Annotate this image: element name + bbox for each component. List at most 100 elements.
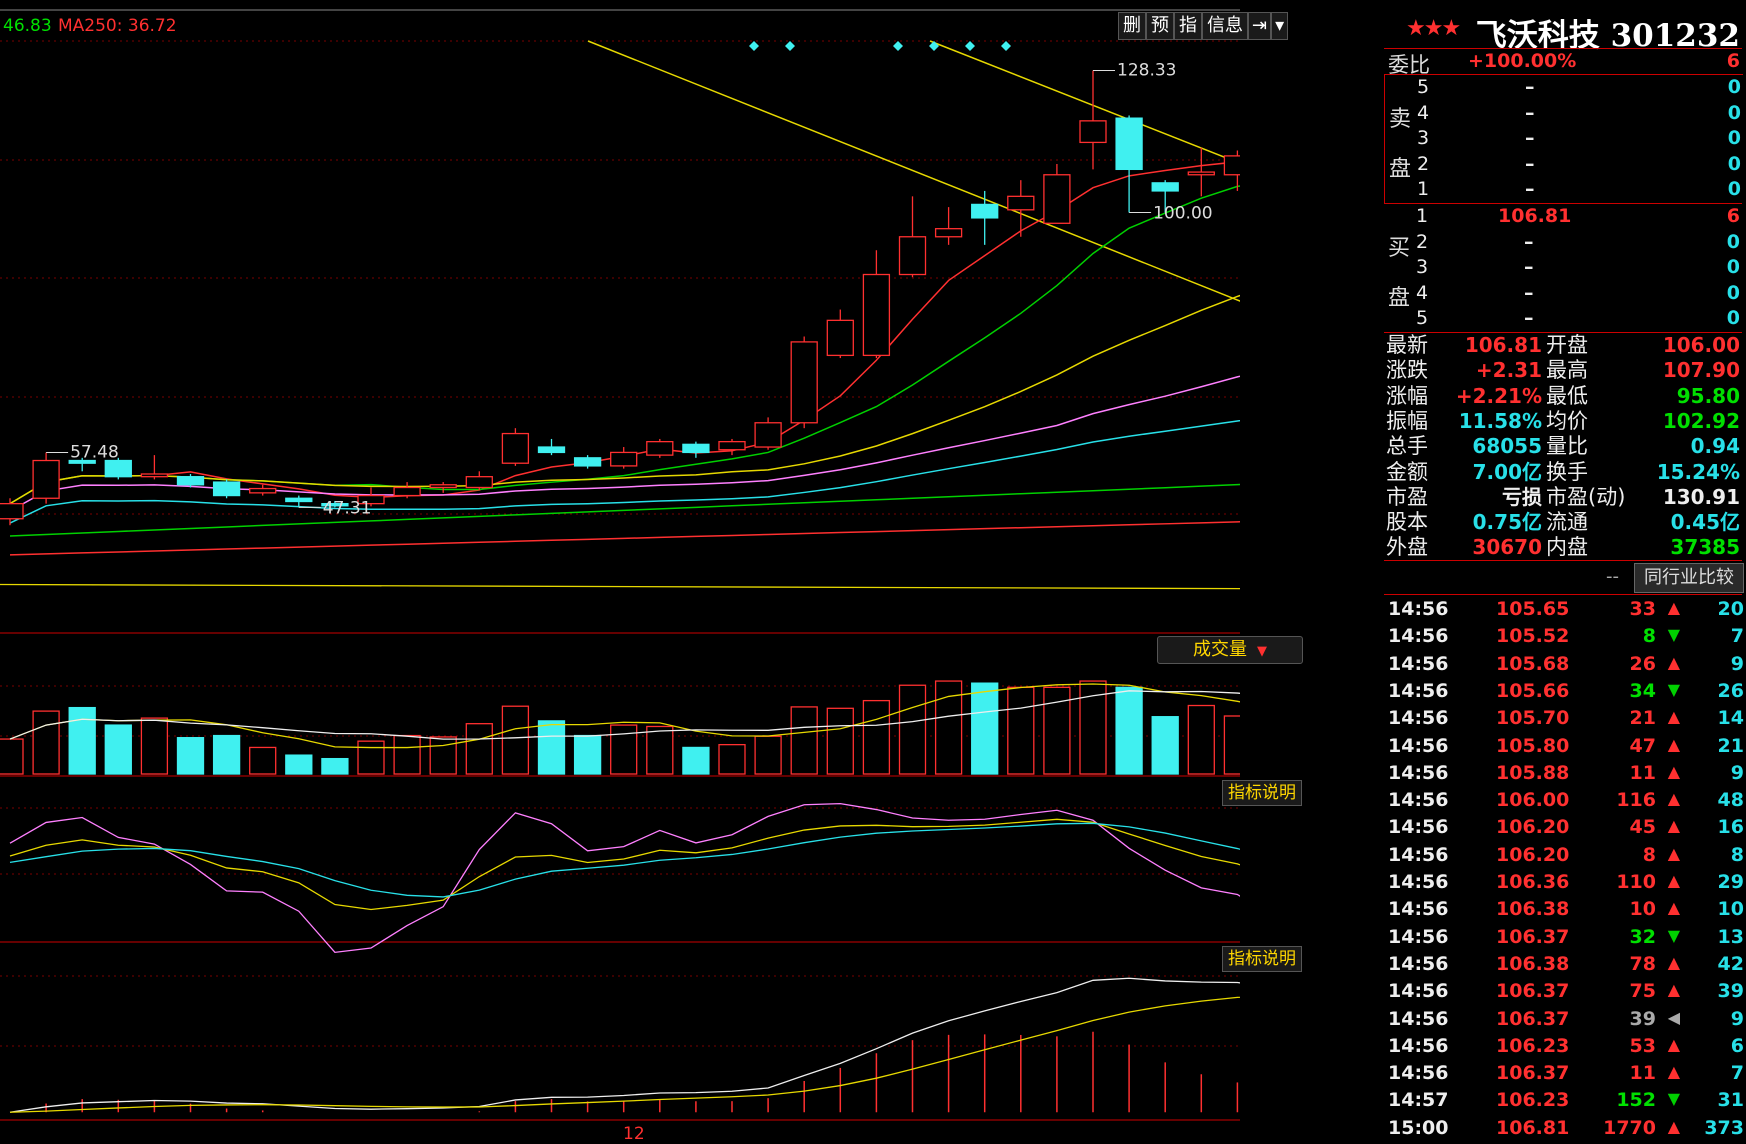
- quote-row: 涨幅 +2.21% 最低 95.80: [1384, 384, 1742, 409]
- tick-count: 48: [1717, 789, 1744, 812]
- volume-bar: [898, 684, 927, 775]
- candle-body: [1079, 120, 1107, 144]
- buy-level-row[interactable]: 5 – 0: [1384, 306, 1742, 331]
- level-price: 106.81: [1498, 205, 1572, 227]
- tick-row[interactable]: 14:56 105.70 21 ▲ 14: [1384, 707, 1746, 734]
- forecast-button[interactable]: 预: [1146, 12, 1174, 40]
- tick-row[interactable]: 14:56 106.37 39 ◀ 9: [1384, 1008, 1746, 1035]
- volume-bar: [1223, 715, 1240, 775]
- dropdown-arrow-icon[interactable]: ▾: [1271, 12, 1289, 40]
- tick-row[interactable]: 14:56 106.23 53 ▲ 6: [1384, 1035, 1746, 1062]
- tick-time: 14:57: [1388, 1089, 1449, 1112]
- quote-value: 0.75亿: [1472, 510, 1542, 535]
- sell-level-row[interactable]: 1 – 0: [1385, 177, 1743, 202]
- up-arrow-icon: ▲: [1667, 761, 1680, 781]
- tick-time: 14:56: [1388, 980, 1449, 1003]
- tick-count: 20: [1717, 598, 1744, 620]
- tick-row[interactable]: 14:56 106.38 78 ▲ 42: [1384, 953, 1746, 980]
- tick-row[interactable]: 14:56 106.37 32 ▼ 13: [1384, 926, 1746, 953]
- quote-value: +2.31: [1475, 358, 1542, 383]
- tick-row[interactable]: 15:00 106.81 1770 ▲ 373: [1384, 1117, 1746, 1144]
- quote-value: 7.00亿: [1472, 459, 1542, 484]
- tick-time: 14:56: [1388, 925, 1449, 948]
- level-price: –: [1525, 178, 1535, 201]
- buy-level-row[interactable]: 3 – 0: [1384, 255, 1742, 280]
- tick-row[interactable]: 14:56 105.65 33 ▲ 20: [1384, 598, 1746, 625]
- tick-price: 106.20: [1496, 816, 1570, 839]
- tick-row[interactable]: 14:56 106.37 75 ▲ 39: [1384, 980, 1746, 1007]
- tick-time: 14:56: [1388, 952, 1449, 975]
- volume-select-label: 成交量: [1193, 639, 1247, 660]
- sell-level-row[interactable]: 5 – 0: [1385, 75, 1743, 100]
- sell-level-row[interactable]: 3 – 0: [1385, 126, 1743, 151]
- volume-bar: [682, 746, 710, 775]
- tick-count: 16: [1717, 816, 1744, 839]
- candle-body: [465, 476, 493, 489]
- tick-price: 106.23: [1496, 1089, 1570, 1112]
- sell-level-row[interactable]: 4 – 0: [1385, 101, 1743, 126]
- price-annotation: 100.00: [1153, 204, 1212, 224]
- indicator-help-button-2[interactable]: 指标说明: [1222, 946, 1302, 972]
- tick-count: 10: [1717, 898, 1744, 921]
- volume-bar: [790, 706, 818, 775]
- sell-level-row[interactable]: 2 – 0: [1385, 152, 1743, 177]
- industry-compare-button[interactable]: 同行业比较: [1634, 563, 1744, 593]
- candle-body: [573, 457, 602, 467]
- tick-row[interactable]: 14:56 105.68 26 ▲ 9: [1384, 653, 1746, 680]
- tick-count: 21: [1717, 734, 1744, 757]
- tick-price: 105.88: [1496, 761, 1570, 784]
- tick-row[interactable]: 14:57 106.23 152 ▼ 31: [1384, 1089, 1746, 1116]
- pin-icon[interactable]: ⇥: [1248, 12, 1272, 40]
- info-button[interactable]: 信息: [1202, 12, 1248, 40]
- tick-count: 39: [1717, 980, 1744, 1003]
- quote-label: 最低: [1546, 383, 1588, 408]
- tick-row[interactable]: 14:56 105.88 11 ▲ 9: [1384, 762, 1746, 789]
- tick-volume: 8: [1642, 843, 1656, 866]
- tick-row[interactable]: 14:56 105.80 47 ▲ 21: [1384, 735, 1746, 762]
- tick-count: 373: [1704, 1116, 1744, 1139]
- volume-bar: [1151, 716, 1179, 775]
- tick-volume: 110: [1616, 871, 1656, 893]
- tick-row[interactable]: 14:56 105.52 8 ▼ 7: [1384, 625, 1746, 652]
- level-volume: 0: [1726, 256, 1740, 279]
- candle-body: [0, 502, 24, 520]
- volume-bar: [176, 737, 205, 775]
- tick-volume: 11: [1629, 761, 1656, 784]
- up-arrow-icon: ▲: [1667, 816, 1680, 836]
- indicator-help-button-1[interactable]: 指标说明: [1222, 780, 1302, 806]
- volume-bar: [212, 734, 241, 775]
- ma250-label: MA250: 36.72: [58, 16, 177, 36]
- up-arrow-icon: ▲: [1667, 898, 1680, 918]
- quote-value: 68055: [1472, 434, 1542, 459]
- tick-row[interactable]: 14:56 106.36 110 ▲ 29: [1384, 871, 1746, 898]
- tick-price: 105.52: [1496, 625, 1570, 648]
- tick-row[interactable]: 14:56 106.00 116 ▲ 48: [1384, 789, 1746, 816]
- buy-level-row[interactable]: 4 – 0: [1384, 281, 1742, 306]
- tick-time: 14:56: [1388, 816, 1449, 839]
- tick-count: 8: [1730, 843, 1744, 866]
- kline-chart[interactable]: 128.33114.88100.0057.4847.31 133.81111.8…: [0, 0, 1240, 1144]
- tick-row[interactable]: 14:56 106.38 10 ▲ 10: [1384, 898, 1746, 925]
- buy-level-row[interactable]: 1 106.81 6: [1384, 204, 1742, 229]
- delete-button[interactable]: 删: [1118, 12, 1146, 40]
- tick-row[interactable]: 14:56 106.37 11 ▲ 7: [1384, 1062, 1746, 1089]
- tick-row[interactable]: 14:56 106.20 8 ▲ 8: [1384, 844, 1746, 871]
- tick-count: 26: [1717, 679, 1744, 702]
- quote-row: 市盈 亏损 市盈(动) 130.91: [1384, 485, 1742, 510]
- volume-indicator-select[interactable]: 成交量 ▼: [1157, 636, 1303, 664]
- tick-count: 13: [1717, 925, 1744, 948]
- volume-bar: [537, 720, 566, 775]
- candle-body: [754, 422, 782, 448]
- quote-value: 0.94: [1690, 434, 1740, 459]
- quote-row: 最新 106.81 开盘 106.00: [1384, 333, 1742, 358]
- tick-row[interactable]: 14:56 105.66 34 ▼ 26: [1384, 680, 1746, 707]
- tick-row[interactable]: 14:56 106.20 45 ▲ 16: [1384, 816, 1746, 843]
- up-arrow-icon: ▲: [1667, 871, 1680, 890]
- volume-bar: [754, 735, 782, 775]
- tick-volume: 10: [1629, 898, 1656, 921]
- indicator-button[interactable]: 指: [1174, 12, 1202, 40]
- buy-level-row[interactable]: 2 – 0: [1384, 230, 1742, 255]
- volume-bar: [610, 724, 638, 775]
- tick-count: 6: [1730, 1034, 1744, 1057]
- volume-bar: [0, 738, 24, 775]
